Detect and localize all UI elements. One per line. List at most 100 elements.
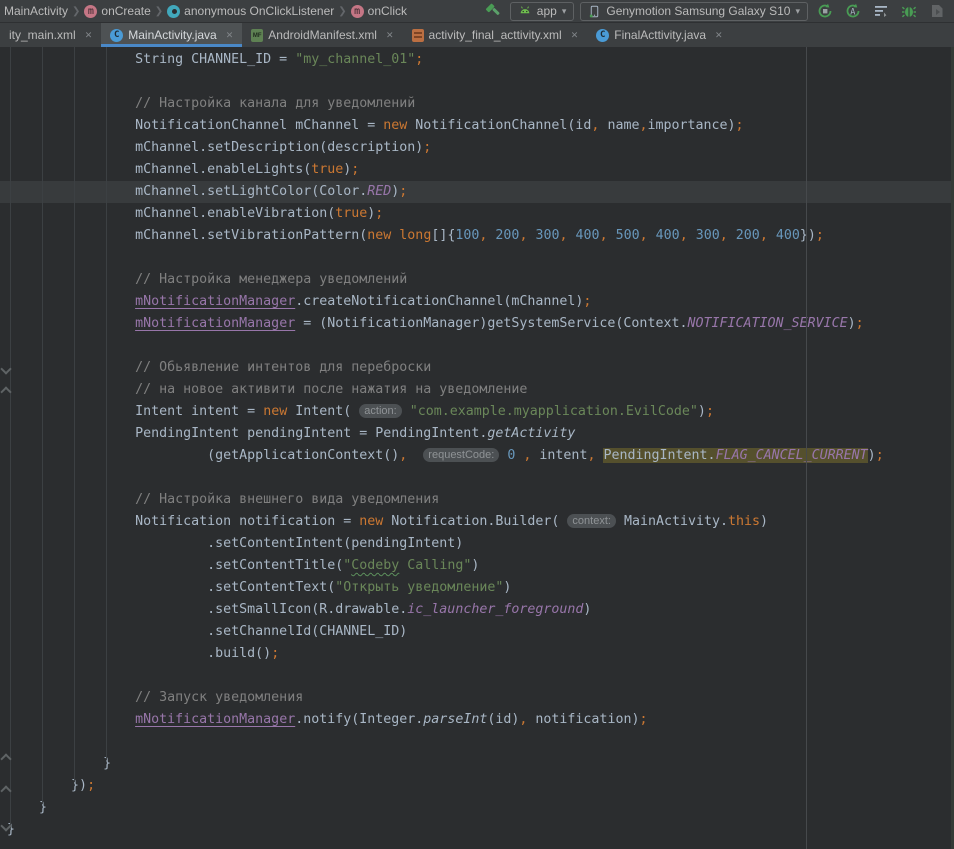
code-line-34[interactable]: }); [0, 775, 954, 797]
apply-code-changes-icon[interactable]: A [842, 1, 864, 21]
code-line-6[interactable]: mChannel.enableLights(true); [0, 159, 954, 181]
run-configuration-label: app [537, 4, 557, 18]
code-line-4[interactable]: NotificationChannel mChannel = new Notif… [0, 115, 954, 137]
code-line-35[interactable]: } [0, 797, 954, 819]
tab-close-icon[interactable]: ✕ [85, 30, 93, 41]
code-token [688, 228, 696, 243]
debug-icon[interactable] [898, 1, 920, 21]
tab-close-icon[interactable]: ✕ [571, 30, 579, 41]
code-token: RED [367, 184, 391, 199]
run-configuration-select[interactable]: app ▾ [510, 2, 575, 21]
code-token: parseInt [423, 712, 487, 727]
code-token: intent [531, 448, 587, 463]
code-line-20[interactable] [0, 467, 954, 489]
java-class-icon: C [596, 29, 609, 42]
code-line-27[interactable]: .setChannelId(CHANNEL_ID) [0, 621, 954, 643]
code-token: ; [399, 184, 407, 199]
code-token: name [599, 118, 639, 133]
code-token: 400 [656, 228, 680, 243]
code-token: mNotificationManager [135, 294, 295, 309]
code-line-13[interactable]: mNotificationManager = (NotificationMana… [0, 313, 954, 335]
code-token: mChannel.setVibrationPattern( [7, 228, 367, 243]
tab-close-icon[interactable]: ✕ [226, 30, 234, 41]
tab-MainActivity.java[interactable]: CMainActivity.java✕ [101, 23, 242, 47]
code-line-18[interactable]: PendingIntent pendingIntent = PendingInt… [0, 423, 954, 445]
code-line-10[interactable] [0, 247, 954, 269]
code-token: ) [503, 580, 511, 595]
tab-FinalActtivity.java[interactable]: CFinalActtivity.java✕ [587, 23, 731, 47]
code-token: NotificationChannel mChannel = [7, 118, 383, 133]
code-token: String CHANNEL_ID = [7, 52, 295, 67]
code-line-5[interactable]: mChannel.setDescription(description); [0, 137, 954, 159]
code-token: 300 [535, 228, 559, 243]
code-token [568, 228, 576, 243]
hammer-glyph [485, 3, 501, 19]
tab-close-icon[interactable]: ✕ [715, 30, 723, 41]
code-token: ; [639, 712, 647, 727]
tab-close-icon[interactable]: ✕ [386, 30, 394, 41]
breadcrumb-label: onCreate [101, 4, 150, 18]
code-line-28[interactable]: .build(); [0, 643, 954, 665]
breadcrumb-item-onclick[interactable]: monClick [351, 4, 407, 18]
code-token: importance) [647, 118, 735, 133]
code-token [407, 448, 423, 463]
code-line-21[interactable]: // Настройка внешнего вида уведомления [0, 489, 954, 511]
code-token: ; [351, 162, 359, 177]
code-token: .setContentTitle( [7, 558, 343, 573]
code-line-29[interactable] [0, 665, 954, 687]
code-token: // Запуск уведомления [7, 690, 303, 705]
code-token: new [383, 118, 407, 133]
code-line-22[interactable]: Notification notification = new Notifica… [0, 511, 954, 533]
code-token: ) [698, 404, 706, 419]
build-hammer-icon[interactable] [482, 1, 504, 21]
breadcrumb-item-oncreate[interactable]: monCreate [84, 4, 150, 18]
code-line-17[interactable]: Intent intent = new Intent( action: "com… [0, 401, 954, 423]
code-line-26[interactable]: .setSmallIcon(R.drawable.ic_launcher_for… [0, 599, 954, 621]
code-token: ) [471, 558, 479, 573]
code-line-8[interactable]: mChannel.enableVibration(true); [0, 203, 954, 225]
code-line-36[interactable]: } [0, 819, 954, 841]
code-token: []{ [431, 228, 455, 243]
code-line-14[interactable] [0, 335, 954, 357]
code-token [728, 228, 736, 243]
code-line-23[interactable]: .setContentIntent(pendingIntent) [0, 533, 954, 555]
code-token: mNotificationManager [135, 712, 295, 727]
parameter-hint: action: [359, 404, 401, 418]
code-line-12[interactable]: mNotificationManager.createNotificationC… [0, 291, 954, 313]
code-line-9[interactable]: mChannel.setVibrationPattern(new long[]{… [0, 225, 954, 247]
method-icon: m [351, 5, 364, 18]
code-token: }) [7, 778, 87, 793]
profile-icon[interactable] [926, 1, 948, 21]
chevron-down-icon: ▾ [562, 6, 567, 17]
code-line-2[interactable] [0, 71, 954, 93]
code-line-11[interactable]: // Настройка менеджера уведомлений [0, 269, 954, 291]
tab-AndroidManifest.xml[interactable]: MFAndroidManifest.xml✕ [242, 23, 402, 47]
breadcrumb-item-mainactivity[interactable]: MainActivity [4, 4, 68, 18]
rerun-activity-icon[interactable] [814, 1, 836, 21]
code-line-3[interactable]: // Настройка канала для уведомлений [0, 93, 954, 115]
code-line-31[interactable]: mNotificationManager.notify(Integer.pars… [0, 709, 954, 731]
rerun-glyph [817, 3, 833, 19]
code-line-25[interactable]: .setContentText("Открыть уведомление") [0, 577, 954, 599]
device-select[interactable]: Genymotion Samsung Galaxy S10 ▾ [580, 2, 808, 21]
breadcrumb-separator-icon: ❯ [338, 6, 346, 17]
tab-ity_main.xml[interactable]: ity_main.xml✕ [0, 23, 101, 47]
code-line-32[interactable] [0, 731, 954, 753]
code-line-19[interactable]: (getApplicationContext(), requestCode: 0… [0, 445, 954, 467]
code-line-24[interactable]: .setContentTitle("Codeby Calling") [0, 555, 954, 577]
code-line-33[interactable]: } [0, 753, 954, 775]
code-editor[interactable]: String CHANNEL_ID = "my_channel_01"; // … [0, 47, 954, 849]
run-tasks-icon[interactable] [870, 1, 892, 21]
code-token: (id) [487, 712, 519, 727]
phone-icon [588, 5, 601, 18]
code-line-1[interactable]: String CHANNEL_ID = "my_channel_01"; [0, 49, 954, 71]
code-token: 200 [495, 228, 519, 243]
code-line-16[interactable]: // на новое активити после нажатия на ув… [0, 379, 954, 401]
code-token: ; [583, 294, 591, 309]
tab-activity_final_acttivity.xml[interactable]: activity_final_acttivity.xml✕ [403, 23, 588, 47]
code-line-7[interactable]: mChannel.setLightColor(Color.RED); [0, 181, 954, 203]
breadcrumb-item-anonymous-onclicklistener[interactable]: anonymous OnClickListener [167, 4, 334, 18]
code-line-30[interactable]: // Запуск уведомления [0, 687, 954, 709]
code-token: mChannel.setDescription(description) [7, 140, 423, 155]
code-line-15[interactable]: // Обьявление интентов для переброски [0, 357, 954, 379]
